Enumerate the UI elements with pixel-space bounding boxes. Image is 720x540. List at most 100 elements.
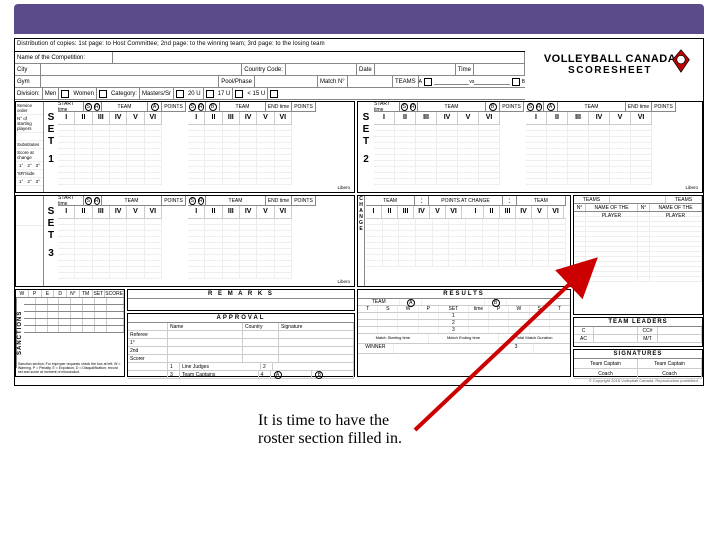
set3-a-grid[interactable] (58, 218, 162, 279)
country-code-field[interactable] (286, 64, 357, 75)
city-field[interactable] (41, 64, 242, 75)
set2-b-hdr: SR A TEAM END time POINTS (526, 102, 676, 112)
sanctions-row[interactable] (24, 298, 124, 305)
team-b-box[interactable] (512, 78, 520, 86)
date-field[interactable] (375, 64, 456, 75)
leader-row[interactable]: CCC# (574, 327, 702, 335)
change-grid[interactable] (366, 218, 566, 267)
set1-vert: SET 1 (46, 112, 56, 166)
category-label: Category: (109, 88, 140, 99)
change-a-roman: IIIIIIIVVVI (366, 206, 462, 218)
date-label: Date (357, 64, 375, 75)
results-winner-row: WINNER3 (358, 344, 570, 354)
set1-a-hdr: START time SR TEAM A POINTS (58, 102, 186, 112)
set3-b-roman: IIIIIIIVVVI (188, 206, 292, 218)
cat-17u: 17 U (216, 88, 234, 99)
set-1-block: Service order N° of starting players Sub… (15, 101, 355, 193)
cat-masters: Masters/Sr (140, 88, 174, 99)
approval-foot2: 3 Team Captains 4 A B (128, 371, 354, 379)
women-check[interactable] (99, 90, 107, 98)
team-b-name[interactable] (474, 79, 509, 85)
matchno-label: Match N° (318, 76, 348, 87)
roster-row[interactable] (574, 277, 702, 282)
signatures-title: SIGNATURES (574, 350, 702, 359)
approval-row[interactable]: 1° (128, 339, 354, 347)
set1-leftcol: Service order N° of starting players Sub… (16, 102, 44, 192)
set2-b-grid[interactable] (526, 124, 652, 185)
sr-side-label: 'SR'/side (16, 170, 43, 178)
set3-libero: Libero (337, 279, 350, 284)
men-check[interactable] (61, 90, 69, 98)
signature-row[interactable]: Team CaptainTeam Captain (574, 359, 702, 369)
set3-change-block: CHANGE TEAM : POINTS AT CHANGE : TEAM II… (357, 195, 571, 287)
results-row[interactable]: 1 (358, 313, 570, 320)
cat-20u: 20 U (186, 88, 204, 99)
competition-field[interactable] (113, 52, 525, 63)
copyright-note: © Copyright 2018 Volleyball Canada. Repr… (589, 378, 699, 383)
sanctions-row[interactable] (24, 305, 124, 312)
results-title: RESULTS (358, 290, 570, 299)
signatures-block: SIGNATURES Team CaptainTeam Captain Coac… (573, 349, 703, 377)
approval-row[interactable]: Scorer (128, 355, 354, 363)
time-label: Time (456, 64, 474, 75)
pool-field[interactable] (255, 76, 318, 87)
slide-caption: It is time to have the roster section fi… (258, 412, 418, 448)
set1-b-roman: IIIIIIIVVVI (188, 112, 292, 124)
team-a-name[interactable] (434, 79, 469, 85)
set-2-block: SET 2 START time SR TEAM B POINTS IIIIII… (357, 101, 703, 193)
time-field[interactable] (474, 64, 525, 75)
cat-20u-check[interactable] (206, 90, 214, 98)
results-row[interactable]: 2 (358, 320, 570, 327)
sanctions-row[interactable] (24, 326, 124, 333)
set1-b-hdr: SR B TEAM END time POINTS (188, 102, 316, 112)
sanctions-row[interactable] (24, 319, 124, 326)
leader-row[interactable]: ACM/T (574, 335, 702, 343)
volleyball-canada-logo-icon (667, 47, 695, 75)
change-b-roman: IIIIIIIVVVI (468, 206, 564, 218)
country-code-label: Country Code: (242, 64, 286, 75)
division-label: Division: (15, 88, 43, 99)
substitutes-label: Substitutes (16, 141, 43, 149)
men-label: Men (43, 88, 60, 99)
team-b-letter: B (522, 79, 525, 85)
set2-libero: Libero (685, 185, 698, 190)
matchno-field[interactable] (348, 76, 393, 87)
cat-17u-check[interactable] (235, 90, 243, 98)
roster-block: TEAMS TEAMS N° NAME OF THE PLAYER N° NAM… (573, 195, 703, 315)
gym-field[interactable] (41, 76, 219, 87)
pool-label: Pool/Phase (219, 76, 255, 87)
cat-sub-check[interactable] (270, 90, 278, 98)
set1-a-grid[interactable] (58, 124, 162, 185)
set3-b-hdr: SR TEAM END time POINTS (188, 196, 316, 206)
competition-label: Name of the Competition: (15, 52, 113, 63)
set2-a-grid[interactable] (374, 124, 500, 185)
results-time-row: Match Starting time Match Ending time To… (358, 334, 570, 344)
slide-title-bar (14, 4, 704, 34)
sanctions-header: WPEDN°TMSETSCORE (16, 290, 124, 298)
set3-a-roman: IIIIIIIVVVI (58, 206, 162, 218)
set3-b-grid[interactable] (188, 218, 292, 279)
cat-sub: < 15 U (245, 88, 268, 99)
change-vertical-label: CHANGE (358, 196, 365, 286)
city-label: City (15, 64, 41, 75)
match-header: Name of the Competition: City Country Co… (15, 51, 525, 100)
team-a-box[interactable] (424, 78, 432, 86)
results-row[interactable]: 3 (358, 327, 570, 334)
leaders-title: TEAM LEADERS (574, 318, 702, 327)
service-order-label: Service order (16, 102, 43, 115)
cat-masters-check[interactable] (176, 90, 184, 98)
results-block: RESULTS TEAM A B TSWPSETtimePWST 1 2 3 M… (357, 289, 571, 377)
set3-leftcol (16, 196, 44, 286)
set2-b-roman: IIIIIIIVVVI (526, 112, 652, 124)
team-a-letter: A (419, 79, 422, 85)
approval-row[interactable]: Referee (128, 331, 354, 339)
approval-row[interactable]: 2nd (128, 347, 354, 355)
sanctions-row[interactable] (24, 312, 124, 319)
approval-foot: 1 Line Judges 2 (128, 363, 354, 371)
score-at-change-label: Score at change (16, 149, 43, 162)
results-hdr: TSWPSETtimePWST (358, 306, 570, 313)
set1-b-grid[interactable] (188, 124, 292, 185)
scoresheet: Distribution of copies: 1st page: to Hos… (14, 38, 704, 386)
distribution-note: Distribution of copies: 1st page: to Hos… (17, 41, 325, 47)
set1-a-roman: IIIIIIIVVVI (58, 112, 162, 124)
